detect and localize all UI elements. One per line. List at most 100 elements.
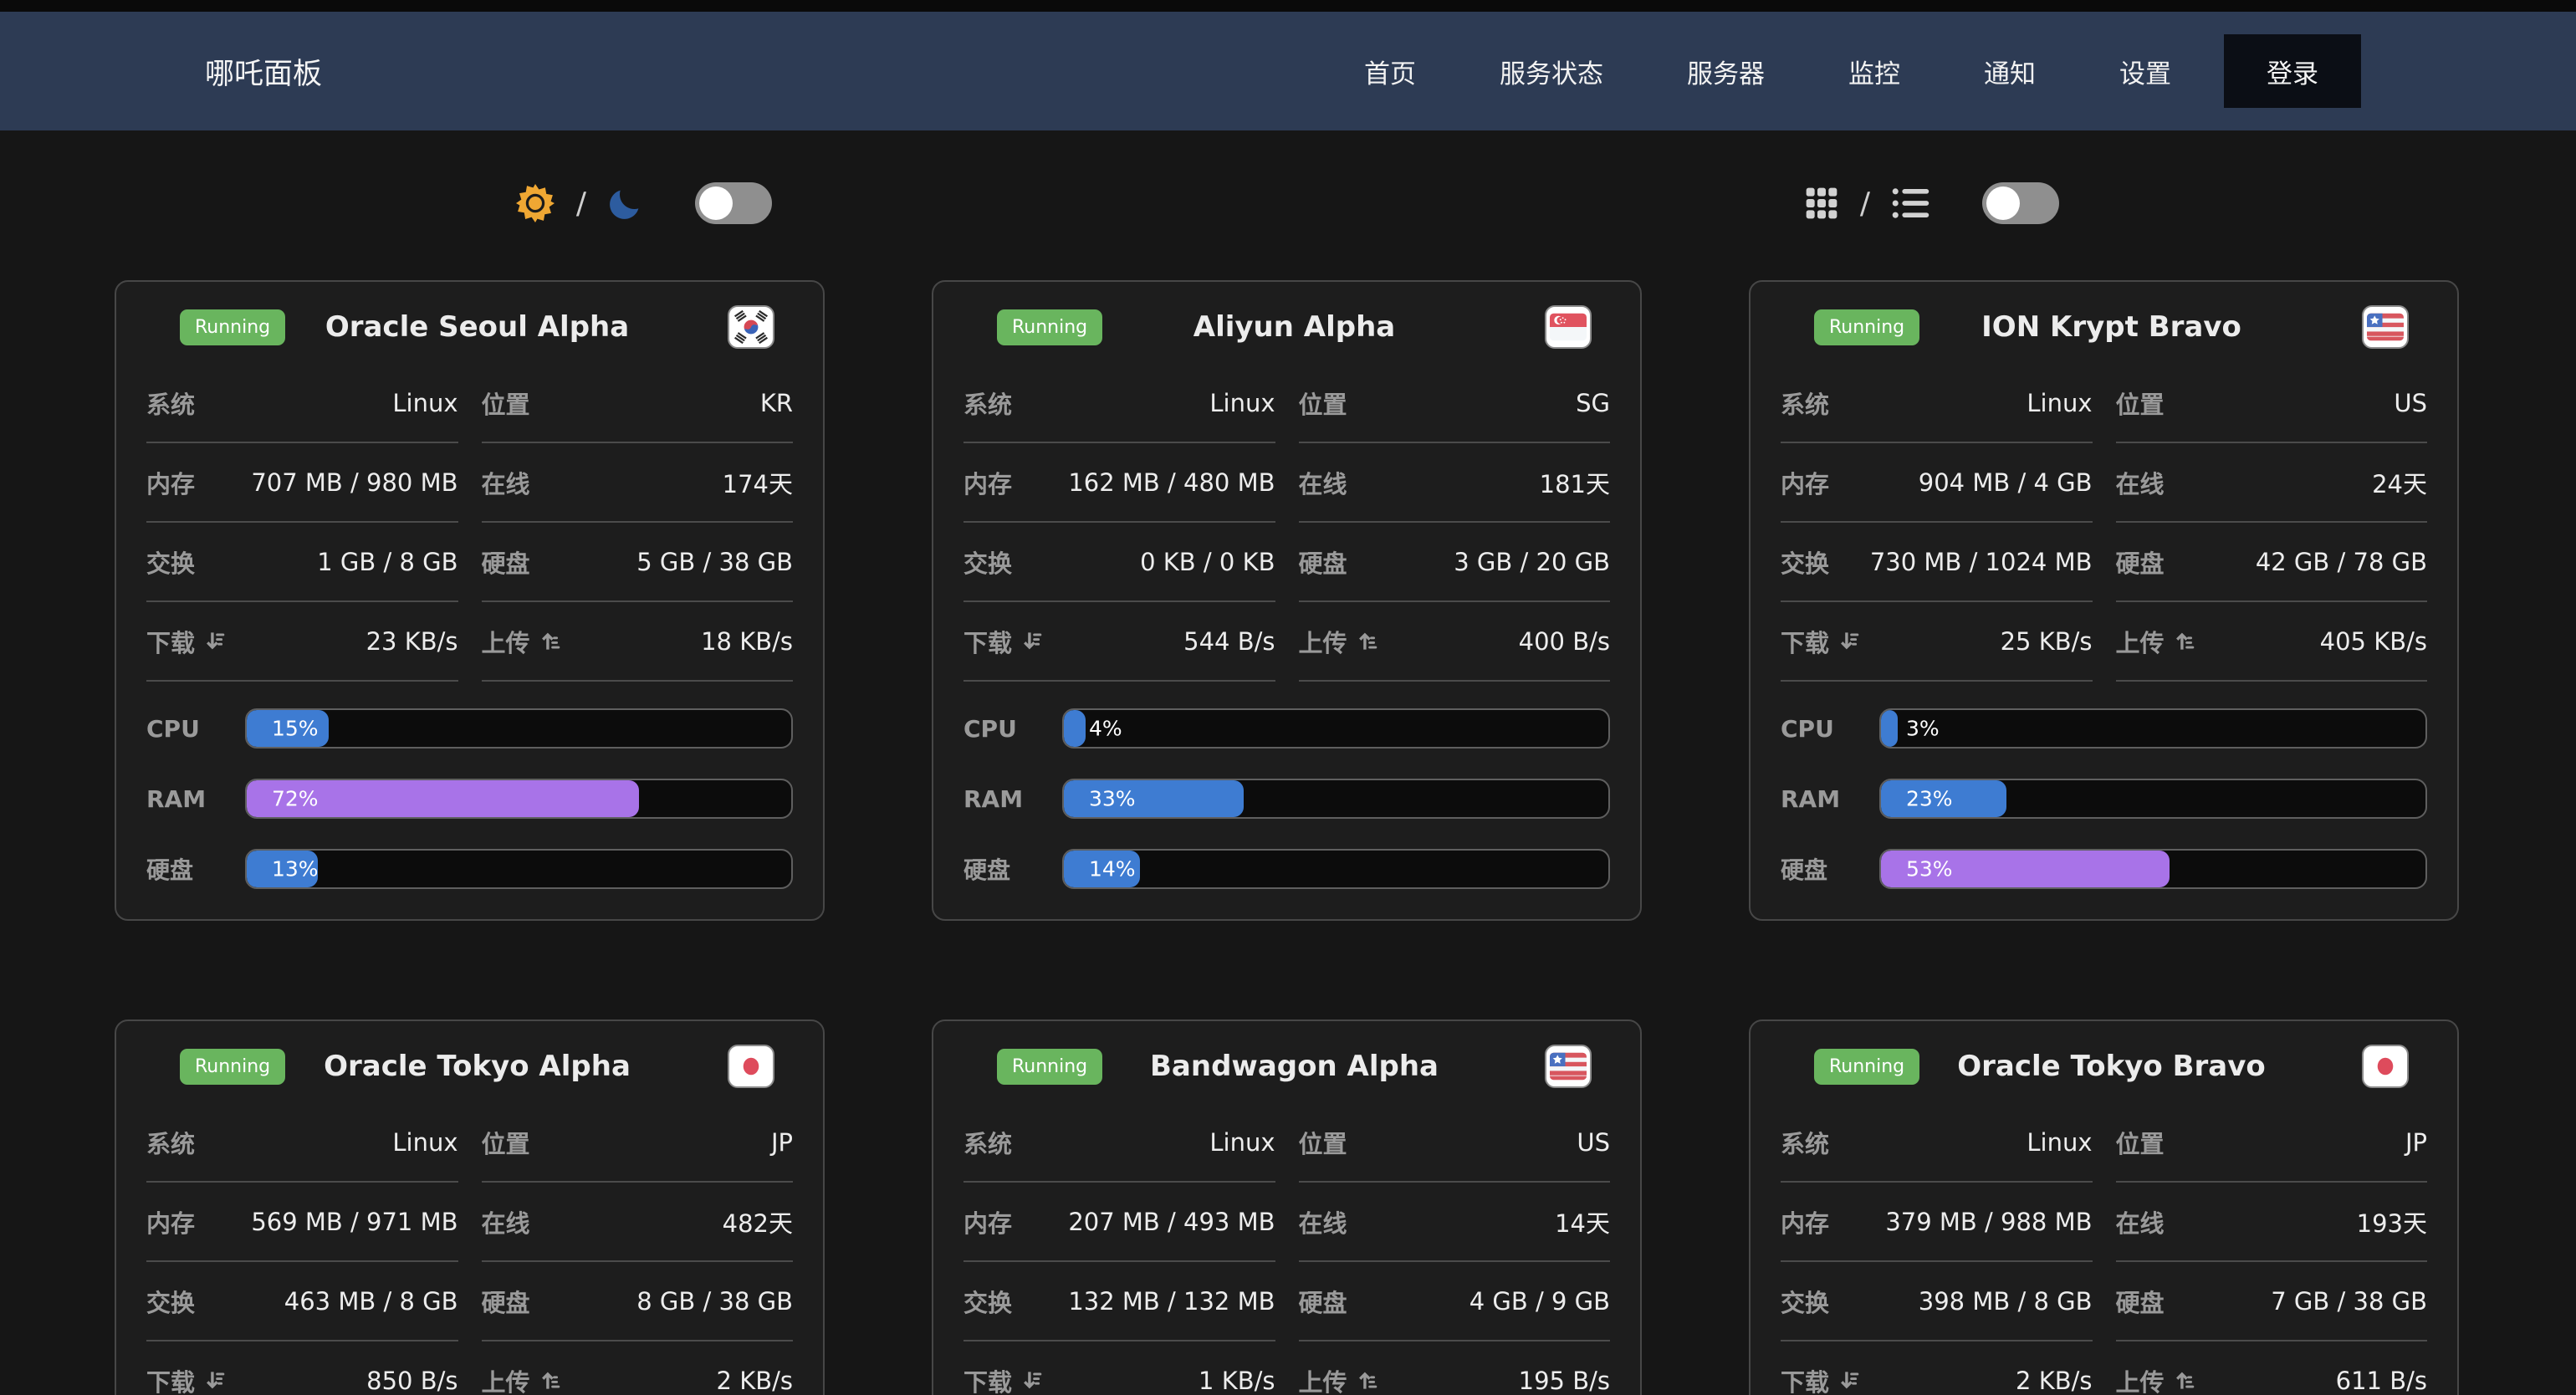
detail-cell: 上传2 KB/s — [482, 1341, 794, 1395]
nav-item-2[interactable]: 服务器 — [1687, 53, 1765, 90]
detail-cell: 位置US — [1299, 1103, 1611, 1183]
server-card-2[interactable]: Running ION Krypt Bravo 系统Linux位置US内存904… — [1749, 280, 2459, 921]
server-card-1[interactable]: Running Aliyun Alpha 系统Linux位置SG内存162 MB… — [932, 280, 1642, 921]
theme-switch-knob[interactable] — [699, 187, 733, 220]
flag-us-icon — [2362, 305, 2409, 349]
server-card-header: Running Oracle Tokyo Alpha — [180, 1043, 774, 1090]
window-top-strip — [0, 0, 2576, 12]
detail-label: 下载 — [146, 624, 226, 659]
theme-switch[interactable] — [695, 182, 772, 224]
detail-label: 系统 — [1781, 1125, 1829, 1160]
progress-percent: 15% — [272, 717, 319, 741]
detail-cell: 上传611 B/s — [2116, 1341, 2428, 1395]
flag-sg-icon — [1545, 305, 1592, 349]
detail-label: 交换 — [963, 544, 1012, 580]
detail-label: 在线 — [482, 1204, 530, 1239]
detail-label: 在线 — [2116, 465, 2165, 500]
detail-row: 下载850 B/s上传2 KB/s — [146, 1341, 793, 1395]
status-badge: Running — [997, 309, 1102, 345]
nav-item-4[interactable]: 通知 — [1984, 53, 2036, 90]
detail-cell: 下载1 KB/s — [963, 1341, 1275, 1395]
detail-cell: 硬盘8 GB / 38 GB — [482, 1262, 794, 1341]
status-badge: Running — [1814, 309, 1919, 345]
detail-row: 内存207 MB / 493 MB在线14天 — [963, 1183, 1610, 1262]
detail-cell: 交换730 MB / 1024 MB — [1781, 523, 2093, 602]
server-progress: CPU3%RAM23%硬盘53% — [1781, 693, 2427, 904]
server-details: 系统Linux位置SG内存162 MB / 480 MB在线181天交换0 KB… — [963, 364, 1610, 682]
detail-cell: 交换132 MB / 132 MB — [963, 1262, 1275, 1341]
download-icon — [1020, 1369, 1043, 1392]
detail-value: 1 KB/s — [1199, 1367, 1275, 1395]
detail-row: 下载25 KB/s上传405 KB/s — [1781, 602, 2427, 682]
navbar: 哪吒面板 首页服务状态服务器监控通知设置 登录 — [0, 12, 2576, 130]
detail-row: 交换463 MB / 8 GB硬盘8 GB / 38 GB — [146, 1262, 793, 1341]
detail-row: 内存904 MB / 4 GB在线24天 — [1781, 443, 2427, 523]
detail-value: 4 GB / 9 GB — [1469, 1287, 1610, 1316]
detail-value: US — [1577, 1128, 1610, 1157]
detail-value: Linux — [2027, 389, 2092, 417]
progress-row: 硬盘13% — [146, 834, 793, 904]
detail-row: 下载2 KB/s上传611 B/s — [1781, 1341, 2427, 1395]
detail-value: 42 GB / 78 GB — [2256, 548, 2427, 576]
upload-icon — [539, 1369, 561, 1392]
detail-value: 730 MB / 1024 MB — [1870, 548, 2093, 576]
detail-value: JP — [2405, 1128, 2427, 1157]
detail-label: 内存 — [146, 465, 195, 500]
progress-fill — [1064, 710, 1086, 747]
progress-row: RAM 23% — [1781, 764, 2427, 834]
detail-row: 系统Linux位置SG — [963, 364, 1610, 443]
login-button[interactable]: 登录 — [2224, 34, 2361, 108]
detail-value: 3 GB / 20 GB — [1454, 548, 1610, 576]
detail-cell: 硬盘5 GB / 38 GB — [482, 523, 794, 602]
detail-label: 内存 — [963, 1204, 1012, 1239]
download-icon — [203, 630, 226, 652]
detail-label: 交换 — [1781, 1284, 1829, 1319]
detail-label: 系统 — [963, 386, 1012, 421]
server-card-0[interactable]: Running Oracle Seoul Alpha 系统Linux位置KR内存… — [115, 280, 825, 921]
detail-row: 系统Linux位置JP — [146, 1103, 793, 1183]
detail-value: 611 B/s — [2336, 1367, 2427, 1395]
server-card-header: Running ION Krypt Bravo — [1814, 304, 2409, 350]
detail-cell: 下载544 B/s — [963, 602, 1275, 682]
detail-value: 0 KB / 0 KB — [1140, 548, 1275, 576]
detail-cell: 位置JP — [482, 1103, 794, 1183]
detail-cell: 交换 0 KB / 0 KB — [963, 523, 1275, 602]
progress-label: CPU — [146, 715, 245, 743]
detail-value: 5 GB / 38 GB — [636, 548, 793, 576]
download-icon — [203, 1369, 226, 1392]
progress-row: CPU 15% — [146, 693, 793, 764]
detail-label: 系统 — [963, 1125, 1012, 1160]
detail-cell: 交换1 GB / 8 GB — [146, 523, 458, 602]
progress-percent: 3% — [1906, 717, 1940, 741]
theme-toggle-group: / — [0, 182, 1288, 224]
detail-cell: 硬盘4 GB / 9 GB — [1299, 1262, 1611, 1341]
detail-value: 195 B/s — [1519, 1367, 1610, 1395]
detail-label: 在线 — [482, 465, 530, 500]
detail-row: 交换398 MB / 8 GB硬盘7 GB / 38 GB — [1781, 1262, 2427, 1341]
detail-value: KR — [760, 389, 793, 417]
nav-item-0[interactable]: 首页 — [1364, 53, 1416, 90]
detail-value: Linux — [1209, 389, 1275, 417]
detail-cell: 在线482天 — [482, 1183, 794, 1262]
moon-icon — [608, 186, 643, 221]
detail-cell: 上传195 B/s — [1299, 1341, 1611, 1395]
view-switch-knob[interactable] — [1986, 187, 2020, 220]
detail-label: 内存 — [146, 1204, 195, 1239]
detail-cell: 硬盘7 GB / 38 GB — [2116, 1262, 2428, 1341]
progress-percent: 23% — [1906, 787, 1953, 811]
detail-value: 18 KB/s — [701, 627, 793, 656]
server-card-5[interactable]: Running Oracle Tokyo Bravo 系统Linux位置JP内存… — [1749, 1019, 2459, 1395]
server-details: 系统Linux位置JP内存379 MB / 988 MB在线193天交换398 … — [1781, 1103, 2427, 1395]
nav-item-3[interactable]: 监控 — [1848, 53, 1900, 90]
server-card-header: Running Oracle Seoul Alpha — [180, 304, 774, 350]
server-card-3[interactable]: Running Oracle Tokyo Alpha 系统Linux位置JP 内存… — [115, 1019, 825, 1395]
detail-cell: 系统 Linux — [963, 364, 1275, 443]
detail-value: 193天 — [2357, 1204, 2427, 1239]
view-switch[interactable] — [1982, 182, 2059, 224]
nav-item-5[interactable]: 设置 — [2119, 53, 2171, 90]
nav-item-1[interactable]: 服务状态 — [1500, 53, 1603, 90]
progress-label: CPU — [963, 715, 1062, 743]
detail-label: 在线 — [1299, 1204, 1347, 1239]
progress-label: RAM — [1781, 785, 1879, 813]
server-card-4[interactable]: Running Bandwagon Alpha 系统Linux位置US内存207… — [932, 1019, 1642, 1395]
